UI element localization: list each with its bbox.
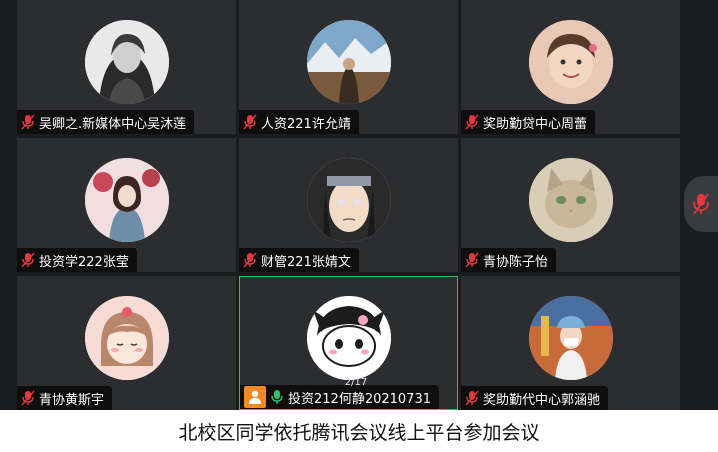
participant-tile[interactable]: 青协陈子怡: [461, 138, 680, 272]
participant-tile-active-speaker[interactable]: 投资212何静20210731: [239, 276, 458, 410]
name-bar: 青协黄斯宇: [17, 386, 113, 410]
participant-name: 人资221许允靖: [261, 116, 351, 132]
avatar: [306, 296, 391, 380]
name-bar: 青协陈子怡: [461, 248, 557, 272]
participant-name: 财管221张婧文: [261, 254, 351, 270]
participant-tile[interactable]: 财管221张婧文: [239, 138, 458, 272]
avatar: [84, 158, 169, 242]
participant-name: 青协陈子怡: [483, 254, 549, 270]
avatar: [528, 158, 613, 242]
participant-tile[interactable]: 青协黄斯宇: [17, 276, 236, 410]
mic-muted-icon: [693, 193, 709, 215]
participant-name: 青协黄斯宇: [39, 392, 105, 408]
name-bar: 奖助勤贷中心周蕾: [461, 110, 596, 134]
name-bar: 财管221张婧文: [239, 248, 359, 272]
avatar: [84, 296, 169, 380]
participant-name: 吴卿之.新媒体中心吴沐莲: [39, 116, 187, 132]
page-indicator: 2/17: [344, 377, 368, 388]
meeting-screen: 吴卿之.新媒体中心吴沐莲 人资221许允靖 奖助勤贷中心周蕾 投资学222张莹 …: [0, 0, 718, 410]
participant-tile[interactable]: 吴卿之.新媒体中心吴沐莲: [17, 0, 236, 134]
participant-name: 投资212何静20210731: [288, 391, 431, 407]
name-bar: 人资221许允靖: [239, 110, 359, 134]
avatar: [528, 296, 613, 380]
mute-toggle-button[interactable]: [684, 176, 718, 232]
name-bar: 吴卿之.新媒体中心吴沐莲: [17, 110, 195, 134]
avatar: [528, 20, 613, 104]
avatar: [306, 20, 391, 104]
participant-name: 奖助勤代中心郭涵驰: [483, 392, 601, 408]
image-caption: 北校区同学依托腾讯会议线上平台参加会议: [178, 421, 540, 444]
mic-muted-icon: [21, 252, 35, 268]
mic-active-icon: [270, 389, 284, 405]
name-bar: 奖助勤代中心郭涵驰: [461, 386, 609, 410]
participant-name: 投资学222张莹: [39, 254, 129, 270]
participant-tile[interactable]: 人资221许允靖: [239, 0, 458, 134]
mic-muted-icon: [465, 114, 479, 130]
participant-tile[interactable]: 奖助勤贷中心周蕾: [461, 0, 680, 134]
mic-muted-icon: [21, 390, 35, 406]
mic-muted-icon: [243, 114, 257, 130]
mic-muted-icon: [465, 252, 479, 268]
name-bar: 投资212何静20210731: [240, 385, 439, 409]
participant-tile[interactable]: 投资学222张莹: [17, 138, 236, 272]
mic-muted-icon: [465, 390, 479, 406]
participant-name: 奖助勤贷中心周蕾: [483, 116, 588, 132]
participant-tile[interactable]: 奖助勤代中心郭涵驰: [461, 276, 680, 410]
avatar: [84, 20, 169, 104]
avatar: [306, 158, 391, 242]
name-bar: 投资学222张莹: [17, 248, 137, 272]
mic-muted-icon: [243, 252, 257, 268]
mic-muted-icon: [21, 114, 35, 130]
user-icon: [244, 386, 266, 408]
